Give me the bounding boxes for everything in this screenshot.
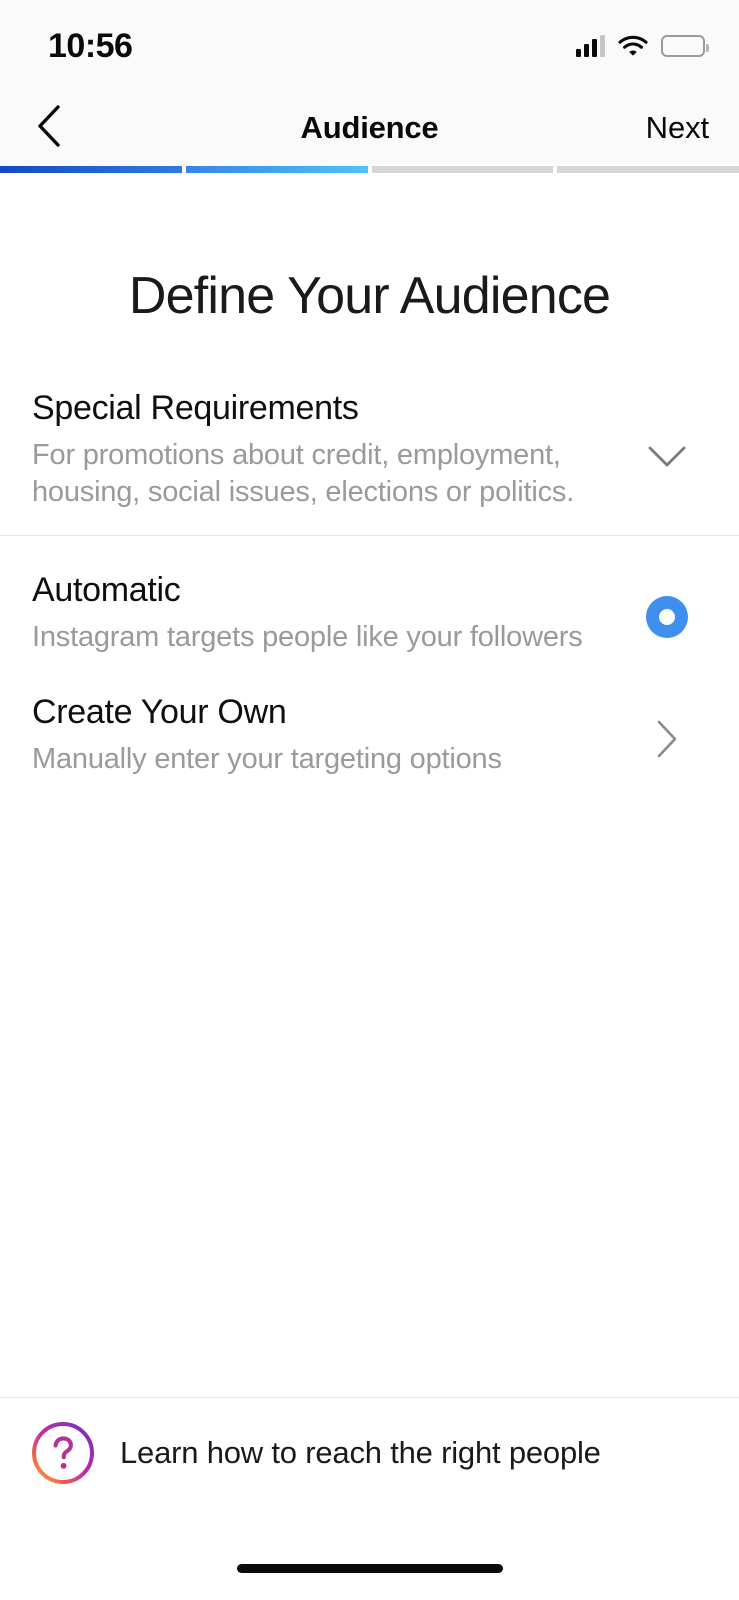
status-bar-time: 10:56	[48, 27, 133, 65]
phone-screen: 10:56 Audience Next Define Your Audience…	[0, 0, 739, 1600]
question-mark-circle-icon[interactable]	[30, 1420, 96, 1486]
status-bar: 10:56	[0, 0, 739, 88]
option-title: Special Requirements	[32, 389, 359, 427]
chevron-left-icon	[36, 104, 62, 153]
option-control[interactable]	[627, 712, 707, 758]
navigation-bar: Audience Next	[0, 88, 739, 168]
option-control[interactable]	[627, 588, 707, 639]
option-title: Automatic	[32, 571, 181, 610]
battery-icon	[661, 35, 709, 57]
option-subtitle: Manually enter your targeting options	[32, 742, 502, 775]
next-button[interactable]: Next	[646, 110, 709, 146]
option-subtitle: Instagram targets people like your follo…	[32, 621, 583, 654]
progress-segment-2	[185, 166, 368, 173]
help-footer-label[interactable]: Learn how to reach the right people	[120, 1435, 601, 1471]
option-text: Automatic Instagram targets people like …	[32, 570, 627, 656]
progress-segment-1	[0, 166, 182, 173]
option-subtitle: For promotions about credit, employment,…	[32, 439, 575, 509]
option-automatic[interactable]: Automatic Instagram targets people like …	[0, 536, 739, 656]
page-heading: Define Your Audience	[128, 267, 611, 325]
wifi-icon	[618, 35, 648, 57]
page-title-navbar: Audience	[300, 110, 439, 145]
option-text: Create Your Own Manually enter your targ…	[32, 692, 627, 778]
step-progress-bar	[0, 166, 739, 173]
main-content: Define Your Audience Special Requirement…	[0, 173, 739, 1397]
option-row[interactable]: Automatic Instagram targets people like …	[32, 570, 707, 656]
help-footer[interactable]: Learn how to reach the right people	[0, 1397, 739, 1507]
home-indicator	[236, 1564, 503, 1573]
progress-segment-3	[371, 166, 554, 173]
progress-segment-4	[557, 166, 739, 173]
radio-inner-dot	[659, 609, 675, 626]
option-title: Create Your Own	[32, 692, 287, 731]
cellular-signal-icon	[576, 35, 605, 57]
option-special-requirements[interactable]: Special Requirements For promotions abou…	[0, 326, 739, 535]
option-control[interactable]	[627, 432, 707, 468]
option-text: Special Requirements For promotions abou…	[32, 388, 627, 511]
status-bar-icons	[576, 31, 709, 57]
option-create-your-own[interactable]: Create Your Own Manually enter your targ…	[0, 657, 739, 778]
option-row[interactable]: Special Requirements For promotions abou…	[32, 388, 707, 511]
chevron-down-icon[interactable]	[648, 446, 686, 468]
option-row[interactable]: Create Your Own Manually enter your targ…	[32, 692, 707, 778]
chevron-right-icon[interactable]	[656, 720, 678, 758]
back-button[interactable]	[22, 101, 76, 155]
radio-button-selected[interactable]	[646, 596, 688, 639]
